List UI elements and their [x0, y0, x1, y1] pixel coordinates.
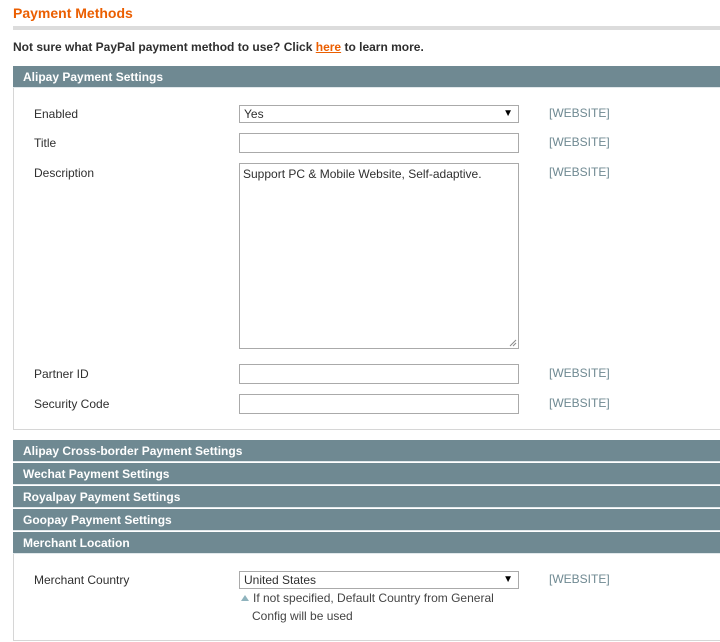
description-label: Description — [34, 166, 95, 180]
note-triangle-icon — [241, 595, 249, 601]
dropdown-arrow-icon: ▼ — [503, 574, 513, 585]
security-code-input[interactable] — [239, 394, 519, 414]
enabled-label: Enabled — [34, 107, 79, 121]
note-line-2: Config will be used — [252, 609, 353, 623]
security-code-scope: [WEBSITE] — [549, 396, 610, 410]
dropdown-arrow-icon: ▼ — [503, 108, 513, 119]
enabled-select-value: Yes — [244, 107, 264, 121]
enabled-select[interactable]: Yes ▼ — [239, 105, 519, 123]
merchant-country-value: United States — [244, 573, 317, 587]
description-scope: [WEBSITE] — [549, 165, 610, 179]
notice-suffix: to learn more. — [341, 40, 424, 54]
partner-id-input[interactable] — [239, 364, 519, 384]
title-divider — [13, 26, 720, 30]
section-header-goopay[interactable]: Goopay Payment Settings — [13, 509, 720, 531]
note-line-1: If not specified, Default Country from G… — [253, 591, 494, 605]
merchant-country-select[interactable]: United States ▼ — [239, 571, 519, 589]
description-text: Support PC & Mobile Website, Self-adapti… — [243, 167, 482, 181]
partner-id-scope: [WEBSITE] — [549, 366, 610, 380]
section-header-wechat[interactable]: Wechat Payment Settings — [13, 463, 720, 485]
page-title: Payment Methods — [13, 5, 133, 21]
resize-grip-icon[interactable] — [509, 339, 517, 347]
section-header-alipay[interactable]: Alipay Payment Settings — [13, 66, 720, 88]
paypal-notice: Not sure what PayPal payment method to u… — [13, 40, 424, 54]
security-code-label: Security Code — [34, 397, 110, 411]
merchant-country-label: Merchant Country — [34, 573, 130, 587]
merchant-country-scope: [WEBSITE] — [549, 572, 610, 586]
notice-prefix: Not sure what PayPal payment method to u… — [13, 40, 316, 54]
description-textarea[interactable]: Support PC & Mobile Website, Self-adapti… — [239, 163, 519, 349]
section-header-alipay-cross-border[interactable]: Alipay Cross-border Payment Settings — [13, 440, 720, 462]
title-label: Title — [34, 136, 57, 150]
merchant-country-note: If not specified, Default Country from G… — [241, 589, 511, 625]
section-header-royalpay[interactable]: Royalpay Payment Settings — [13, 486, 720, 508]
enabled-scope: [WEBSITE] — [549, 106, 610, 120]
learn-more-link[interactable]: here — [316, 40, 341, 54]
title-input[interactable] — [239, 133, 519, 153]
partner-id-label: Partner ID — [34, 367, 89, 381]
title-scope: [WEBSITE] — [549, 135, 610, 149]
section-header-merchant-location[interactable]: Merchant Location — [13, 532, 720, 554]
